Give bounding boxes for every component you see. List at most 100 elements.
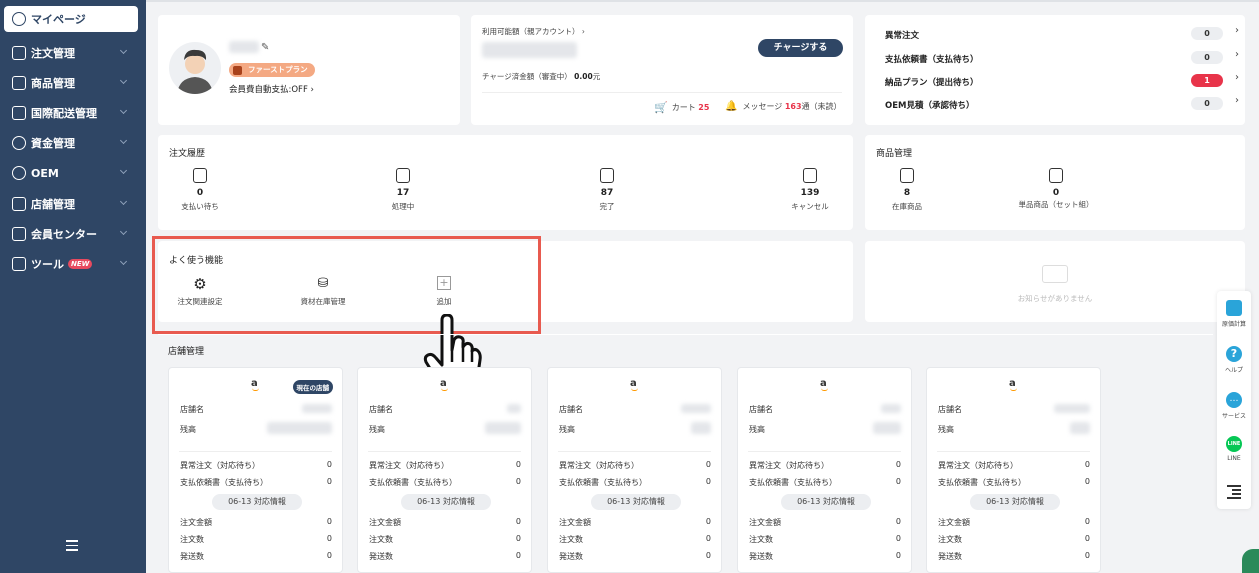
store-orders-value: 0 [705,534,711,543]
store-orders-label: 注文数 [749,535,773,544]
sidebar-item-shipping[interactable]: 国際配送管理 [4,100,138,126]
store-card[interactable]: a 店舗名 残高 異常注文（対応待ち） 0 支払依頼書（支払待ち） 0 06-13 … [926,367,1101,573]
oem-icon [12,166,26,180]
message-link[interactable]: 🔔 メッセージ 163 通（未読） [725,101,842,112]
stat-processing[interactable]: 17 処理中 [358,168,448,212]
divider [558,451,711,452]
list-indent-icon[interactable] [1227,485,1241,499]
cart-icon: 🛒 [654,101,668,114]
store-balance-label: 残高 [559,425,575,434]
avatar[interactable] [169,42,221,94]
profile-card: ✎ ファーストプラン 会員費自動支払:OFF › [158,15,460,125]
store-balance-masked [1070,422,1090,434]
store-shipped-value: 0 [895,551,901,560]
send-icon [12,106,26,120]
store-amount-label: 注文金額 [749,518,781,527]
support-chat-icon[interactable] [1242,549,1259,573]
store-payreq-value: 0 [326,477,332,486]
date-pill[interactable]: 06-13 対応情報 [781,494,871,510]
stat-awaiting-payment[interactable]: 0 支払い待ち [155,168,245,212]
amazon-icon: a [251,378,259,391]
store-shipped-label: 発送数 [749,552,773,561]
bell-icon: 🔔 [725,101,738,112]
store-payreq-value: 0 [1084,477,1090,486]
help-button[interactable]: ? ヘルプ [1217,346,1251,374]
store-balance-label: 残高 [938,425,954,434]
stat-stock-products[interactable]: 8 在庫商品 [862,168,952,212]
store-shipped-value: 0 [1084,551,1090,560]
store-orders-label: 注文数 [180,535,204,544]
store-abnormal-label: 異常注文（対応待ち） [938,461,1018,470]
chevron-down-icon [119,106,128,115]
stat-cancelled[interactable]: 139 キャンセル [765,168,855,212]
amazon-icon: a [440,378,448,391]
store-amount-label: 注文金額 [559,518,591,527]
store-balance-label: 残高 [369,425,385,434]
store-amount-value: 0 [705,517,711,526]
processing-icon [396,168,410,183]
cost-calc-button[interactable]: 原価計算 [1217,300,1251,328]
wallet-icon [193,168,207,183]
plan-icon [233,65,242,75]
chevron-down-icon [119,46,128,55]
store-orders-value: 0 [1084,534,1090,543]
help-icon: ? [1226,346,1242,362]
amazon-icon: a [630,378,638,391]
balance-card: 利用可能額（親アカウント） › チャージする チャージ済金額（審査中） 0.00… [471,15,853,125]
sidebar-item-orders[interactable]: 注文管理 [4,40,138,66]
edit-icon[interactable]: ✎ [261,42,269,53]
store-balance-masked [873,422,901,434]
store-amount-label: 注文金額 [369,518,401,527]
plan-badge[interactable]: ファーストプラン [229,63,315,77]
empty-inbox-icon [1042,265,1068,283]
stat-single-products[interactable]: 0 単品商品（セット組） [1011,168,1101,209]
store-payreq-value: 0 [895,477,901,486]
store-orders-label: 注文数 [559,535,583,544]
store-card[interactable]: a 店舗名 残高 異常注文（対応待ち） 0 支払依頼書（支払待ち） 0 06-13 … [357,367,532,573]
alerts-card: 異常注文 0 › 支払依頼書（支払待ち） 0 › 納品プラン（提出待ち） 1 › OEM見積… [865,15,1245,125]
auto-pay-link[interactable]: 会員費自動支払:OFF › [229,83,314,95]
store-card[interactable]: a 店舗名 残高 異常注文（対応待ち） 0 支払依頼書（支払待ち） 0 06-13 … [737,367,912,573]
chat-icon: … [1226,392,1242,408]
sidebar-item-member[interactable]: 会員センター [4,221,138,247]
stat-completed[interactable]: 87 完了 [562,168,652,212]
sidebar-item-oem[interactable]: OEM [4,160,138,186]
store-payreq-label: 支払依頼書（支払待ち） [180,478,268,487]
store-card[interactable]: a 現在の店舗 店舗名 残高 異常注文（対応待ち） 0 支払依頼書（支払待ち） 0 … [168,367,343,573]
sidebar: マイページ 注文管理 商品管理 国際配送管理 資金管理 OEM 店舗管理 会員セ… [0,0,146,573]
store-orders-label: 注文数 [369,535,393,544]
store-name-masked [681,404,711,413]
sidebar-item-tools[interactable]: ツール NEW [4,251,138,277]
charge-button[interactable]: チャージする [758,39,843,57]
store-orders-value: 0 [895,534,901,543]
date-pill[interactable]: 06-13 対応情報 [212,494,302,510]
calculator-icon [1226,300,1242,316]
date-pill[interactable]: 06-13 対応情報 [401,494,491,510]
crown-icon [12,227,26,241]
date-pill[interactable]: 06-13 対応情報 [591,494,681,510]
sidebar-item-mypage[interactable]: マイページ [4,6,138,32]
service-button[interactable]: … サービス [1217,392,1251,420]
current-store-badge: 現在の店舗 [292,380,333,394]
cart-link[interactable]: 🛒 カート 25 [654,101,709,114]
store-icon [12,197,26,211]
notice-empty-text: お知らせがありません [1017,294,1093,303]
store-name-label: 店舗名 [559,405,583,414]
chevron-right-icon: › [1235,72,1239,83]
sidebar-item-products[interactable]: 商品管理 [4,70,138,96]
collapse-menu-icon[interactable] [66,540,78,551]
store-balance-masked [691,422,711,434]
store-orders-value: 0 [515,534,521,543]
sidebar-item-funds[interactable]: 資金管理 [4,130,138,156]
line-button[interactable]: LINE LINE [1217,436,1251,462]
divider [368,451,521,452]
amazon-icon: a [820,378,828,391]
balance-label[interactable]: 利用可能額（親アカウント） › [482,26,585,37]
right-float-panel: 原価計算 ? ヘルプ … サービス LINE LINE [1217,291,1251,509]
store-card[interactable]: a 店舗名 残高 異常注文（対応待ち） 0 支払依頼書（支払待ち） 0 06-13 … [547,367,722,573]
sidebar-item-stores[interactable]: 店舗管理 [4,191,138,217]
store-balance-masked [267,422,332,434]
divider [937,451,1090,452]
store-shipped-value: 0 [705,551,711,560]
date-pill[interactable]: 06-13 対応情報 [970,494,1060,510]
